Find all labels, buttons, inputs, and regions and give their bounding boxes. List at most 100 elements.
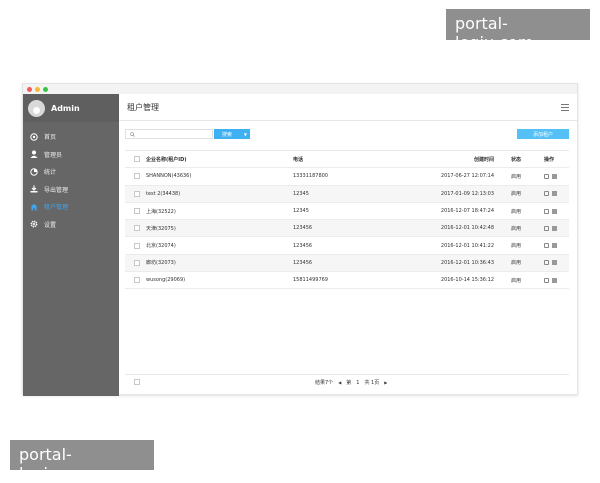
created-time: 2016-12-01 10:36:43 bbox=[440, 259, 494, 266]
lock-icon[interactable] bbox=[544, 260, 549, 266]
gear-icon bbox=[30, 220, 38, 228]
house-icon bbox=[30, 203, 38, 211]
tenant-name: 上海(32522) bbox=[146, 208, 176, 215]
tenant-phone: 123456 bbox=[293, 259, 313, 266]
row-actions bbox=[544, 168, 560, 184]
table-row: SHANNON(43636) 13331187800 2017-06-27 12:0… bbox=[125, 168, 569, 186]
trash-icon[interactable] bbox=[552, 260, 557, 266]
row-checkbox[interactable] bbox=[134, 190, 140, 197]
column-header-time: 创建时间 bbox=[473, 156, 494, 163]
created-time: 2016-10-14 15:36:12 bbox=[440, 277, 494, 284]
sidebar-item-settings[interactable]: 设置 bbox=[23, 216, 119, 234]
table-row: test 2(34438) 12345 2017-01-09 12:13:03 启用 bbox=[125, 185, 569, 203]
lock-icon[interactable] bbox=[544, 243, 549, 249]
sidebar-item-tenants[interactable]: 租户管理 bbox=[23, 198, 119, 216]
select-all-checkbox[interactable] bbox=[134, 156, 140, 163]
menu-icon[interactable] bbox=[561, 104, 569, 111]
prev-page-icon[interactable]: ◀ bbox=[338, 380, 341, 385]
tenant-phone: 123456 bbox=[293, 225, 313, 232]
created-time: 2016-12-01 10:42:48 bbox=[440, 225, 494, 232]
sidebar-item-admins[interactable]: 管理员 bbox=[23, 146, 119, 164]
user-icon bbox=[30, 150, 38, 159]
maximize-window-dot[interactable] bbox=[43, 86, 48, 92]
download-icon bbox=[30, 185, 38, 193]
status-badge: 启用 bbox=[511, 277, 522, 284]
row-checkbox[interactable] bbox=[134, 173, 140, 180]
trash-icon[interactable] bbox=[552, 208, 557, 214]
table-row: 廊坊(32073) 123456 2016-12-01 10:36:43 启用 bbox=[125, 254, 569, 273]
home-circle-icon bbox=[30, 133, 38, 141]
lock-icon[interactable] bbox=[544, 208, 549, 214]
pagination: 结果7个 ◀ 第 1 共 1页 ▶ bbox=[315, 379, 392, 387]
tenant-phone: 12345 bbox=[293, 208, 309, 215]
status-badge: 启用 bbox=[511, 191, 522, 198]
tenant-name: wusong(29069) bbox=[146, 277, 186, 284]
avatar bbox=[28, 99, 45, 117]
status-badge: 启用 bbox=[511, 208, 522, 215]
search-button-label: 搜索 bbox=[222, 131, 233, 138]
sidebar-item-label: 首页 bbox=[44, 134, 57, 142]
row-checkbox[interactable] bbox=[134, 225, 140, 232]
main-content: 租户管理 搜索 ▼ 添加租户 企业名称(租户ID) 电话 创建时间 状态 操作 bbox=[119, 94, 577, 394]
search-box[interactable] bbox=[125, 129, 213, 139]
tenant-phone: 12345 bbox=[293, 190, 309, 197]
table-footer: 结果7个 ◀ 第 1 共 1页 ▶ bbox=[125, 374, 569, 388]
user-profile[interactable]: Admin bbox=[23, 94, 119, 122]
trash-icon[interactable] bbox=[552, 173, 557, 179]
row-actions bbox=[544, 220, 560, 236]
trash-icon[interactable] bbox=[552, 225, 557, 231]
add-tenant-button[interactable]: 添加租户 bbox=[517, 129, 569, 139]
result-count: 结果7个 bbox=[315, 380, 334, 386]
row-checkbox[interactable] bbox=[134, 277, 140, 284]
title-bar bbox=[23, 84, 577, 94]
column-header-actions: 操作 bbox=[544, 156, 555, 163]
created-time: 2016-12-01 10:41:22 bbox=[440, 242, 494, 249]
lock-icon[interactable] bbox=[544, 173, 549, 179]
next-page-icon[interactable]: ▶ bbox=[384, 380, 387, 385]
trash-icon[interactable] bbox=[552, 191, 557, 197]
created-time: 2016-12-07 18:47:24 bbox=[440, 208, 494, 215]
table-header-row: 企业名称(租户ID) 电话 创建时间 状态 操作 bbox=[125, 151, 569, 169]
sidebar-item-stats[interactable]: 统计 bbox=[23, 163, 119, 181]
search-input[interactable] bbox=[137, 131, 207, 137]
status-badge: 启用 bbox=[511, 173, 522, 180]
table-row: wusong(29069) 15811499769 2016-10-14 15:36… bbox=[125, 272, 569, 290]
app-window: Admin 首页 管理员 统计 导出管理 租户管理 设置 租户管理 搜索 ▼ 添… bbox=[22, 83, 578, 396]
page-title: 租户管理 bbox=[127, 102, 159, 112]
chart-icon bbox=[30, 168, 38, 176]
row-checkbox[interactable] bbox=[134, 259, 140, 266]
table-row: 上海(32522) 12345 2016-12-07 18:47:24 启用 bbox=[125, 203, 569, 221]
page-prefix: 第 bbox=[346, 380, 352, 386]
tenant-name: SHANNON(43636) bbox=[146, 173, 192, 180]
sidebar: Admin 首页 管理员 统计 导出管理 租户管理 设置 bbox=[23, 94, 119, 396]
trash-icon[interactable] bbox=[552, 277, 557, 283]
search-icon bbox=[130, 131, 135, 137]
status-badge: 启用 bbox=[511, 260, 522, 267]
page-header: 租户管理 bbox=[119, 94, 577, 121]
row-actions bbox=[544, 255, 560, 271]
row-actions bbox=[544, 186, 560, 202]
sidebar-item-home[interactable]: 首页 bbox=[23, 128, 119, 146]
minimize-window-dot[interactable] bbox=[35, 86, 40, 92]
row-checkbox[interactable] bbox=[134, 208, 140, 215]
search-button[interactable]: 搜索 ▼ bbox=[214, 129, 250, 139]
watermark-top: portal-leqiu.com bbox=[446, 9, 590, 52]
row-actions bbox=[544, 203, 560, 219]
trash-icon[interactable] bbox=[552, 243, 557, 249]
sidebar-item-export[interactable]: 导出管理 bbox=[23, 181, 119, 199]
sidebar-item-label: 设置 bbox=[44, 221, 57, 229]
chevron-down-icon: ▼ bbox=[243, 131, 247, 137]
column-header-status: 状态 bbox=[511, 156, 522, 163]
sidebar-nav: 首页 管理员 统计 导出管理 租户管理 设置 bbox=[23, 128, 119, 233]
page-number[interactable]: 1 bbox=[356, 380, 359, 386]
footer-checkbox[interactable] bbox=[134, 379, 140, 385]
lock-icon[interactable] bbox=[544, 225, 549, 231]
table-row: 天津(32075) 123456 2016-12-01 10:42:48 启用 bbox=[125, 220, 569, 238]
created-time: 2017-06-27 12:07:14 bbox=[440, 173, 494, 180]
lock-icon[interactable] bbox=[544, 277, 549, 283]
row-checkbox[interactable] bbox=[134, 242, 140, 249]
tenant-phone: 15811499769 bbox=[293, 277, 328, 284]
lock-icon[interactable] bbox=[544, 191, 549, 197]
close-window-dot[interactable] bbox=[27, 86, 32, 92]
sidebar-item-label: 统计 bbox=[44, 169, 57, 177]
